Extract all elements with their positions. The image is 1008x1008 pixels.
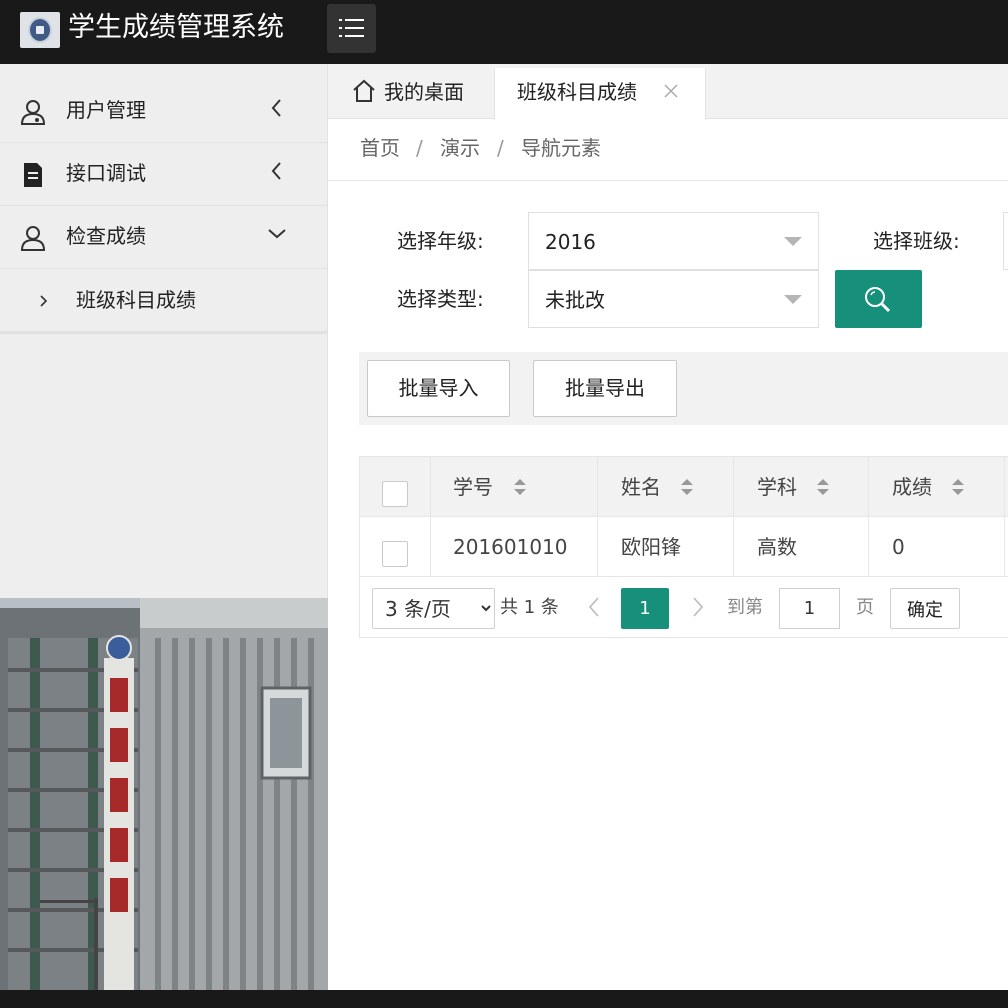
chevron-left-icon <box>271 99 281 117</box>
goto-page-input[interactable] <box>779 588 840 629</box>
sidebar-subitem-label: 班级科目成绩 <box>76 288 196 312</box>
user-icon <box>20 100 46 125</box>
tab-active-label: 班级科目成绩 <box>517 80 637 104</box>
chevron-down-icon <box>268 229 286 239</box>
chevron-left-icon <box>271 162 281 180</box>
page-size-select[interactable]: 3 条/页 <box>372 588 495 629</box>
search-icon <box>865 287 891 313</box>
sidebar-item-api-debug[interactable]: 接口调试 <box>0 143 328 206</box>
close-icon[interactable] <box>663 83 679 99</box>
sidebar-item-label: 接口调试 <box>66 161 146 185</box>
school-emblem-icon <box>20 12 60 48</box>
caret-down-icon <box>784 237 802 246</box>
footer-bar <box>0 990 1008 1008</box>
sort-icon[interactable] <box>816 477 830 497</box>
app-title: 学生成绩管理系统 <box>68 12 284 43</box>
total-count: 共 1 条 <box>500 597 559 618</box>
goto-label: 到第 <box>727 597 763 618</box>
grade-select-value: 2016 <box>545 230 596 254</box>
sidebar-subitem-class-subject-grades[interactable]: 班级科目成绩 <box>0 270 328 334</box>
pagination: 3 条/页 共 1 条 1 到第 页 确定 <box>360 578 1008 638</box>
breadcrumb-item[interactable]: 演示 <box>440 134 480 162</box>
breadcrumb-separator: / <box>497 136 504 160</box>
column-header-name[interactable]: 姓名 <box>621 473 661 501</box>
cell-score: 0 <box>892 535 905 559</box>
breadcrumb-item: 导航元素 <box>521 136 601 160</box>
sidebar-item-label: 检查成绩 <box>66 224 146 248</box>
select-all-checkbox[interactable] <box>382 481 408 507</box>
campus-building-photo <box>0 598 328 990</box>
grade-select[interactable]: 2016 <box>528 212 819 270</box>
page-unit-label: 页 <box>856 597 874 618</box>
table-row[interactable]: 201601010 欧阳锋 高数 0 <box>360 517 1008 577</box>
table-header: 学号 姓名 学科 成绩 <box>360 457 1008 517</box>
sort-icon[interactable] <box>951 477 965 497</box>
person-icon <box>20 226 46 251</box>
type-select[interactable]: 未批改 <box>528 270 819 328</box>
caret-down-icon <box>784 295 802 304</box>
top-header: 学生成绩管理系统 <box>0 0 1008 64</box>
chevron-right-icon[interactable] <box>692 596 704 618</box>
hamburger-icon <box>339 19 364 37</box>
breadcrumb: 首页 / 演示 / 导航元素 <box>328 120 1008 181</box>
grade-label: 选择年级: <box>397 229 484 253</box>
batch-import-button[interactable]: 批量导入 <box>367 360 510 417</box>
type-select-value: 未批改 <box>545 288 605 312</box>
sort-icon[interactable] <box>513 477 527 497</box>
cell-subject: 高数 <box>757 535 797 559</box>
grades-table: 学号 姓名 学科 成绩 201601010 欧阳锋 高数 0 3 条/页 共 1… <box>359 456 1008 638</box>
column-header-student-id[interactable]: 学号 <box>453 473 493 501</box>
column-header-score[interactable]: 成绩 <box>892 473 932 501</box>
class-select[interactable] <box>1003 212 1008 270</box>
row-checkbox[interactable] <box>382 541 408 567</box>
breadcrumb-separator: / <box>416 136 423 160</box>
breadcrumb-item[interactable]: 首页 <box>360 134 400 162</box>
document-icon <box>24 163 42 187</box>
sidebar-item-user-management[interactable]: 用户管理 <box>0 80 328 143</box>
goto-confirm-button[interactable]: 确定 <box>890 588 960 629</box>
home-icon <box>353 79 375 102</box>
chevron-left-icon[interactable] <box>588 596 600 618</box>
cell-student-id: 201601010 <box>453 535 568 559</box>
tab-home-label: 我的桌面 <box>384 80 464 104</box>
search-button[interactable] <box>835 270 922 328</box>
tab-bar: 我的桌面 班级科目成绩 <box>328 64 1008 120</box>
sidebar: 用户管理 接口调试 检查成绩 班级科目成绩 <box>0 64 328 990</box>
tab-home[interactable]: 我的桌面 <box>328 64 494 119</box>
batch-export-button[interactable]: 批量导出 <box>533 360 677 417</box>
sort-icon[interactable] <box>680 477 694 497</box>
column-header-subject[interactable]: 学科 <box>757 473 797 501</box>
class-label: 选择班级: <box>873 229 960 253</box>
sidebar-item-label: 用户管理 <box>66 98 146 122</box>
tab-class-subject-grades[interactable]: 班级科目成绩 <box>494 68 706 120</box>
cell-name: 欧阳锋 <box>621 535 681 559</box>
batch-toolbar: 批量导入 批量导出 <box>359 352 1008 425</box>
menu-toggle-button[interactable] <box>327 4 376 53</box>
page-number-current[interactable]: 1 <box>621 588 669 629</box>
sidebar-item-check-grades[interactable]: 检查成绩 <box>0 206 328 269</box>
chevron-right-icon <box>40 295 48 307</box>
type-label: 选择类型: <box>397 287 484 311</box>
